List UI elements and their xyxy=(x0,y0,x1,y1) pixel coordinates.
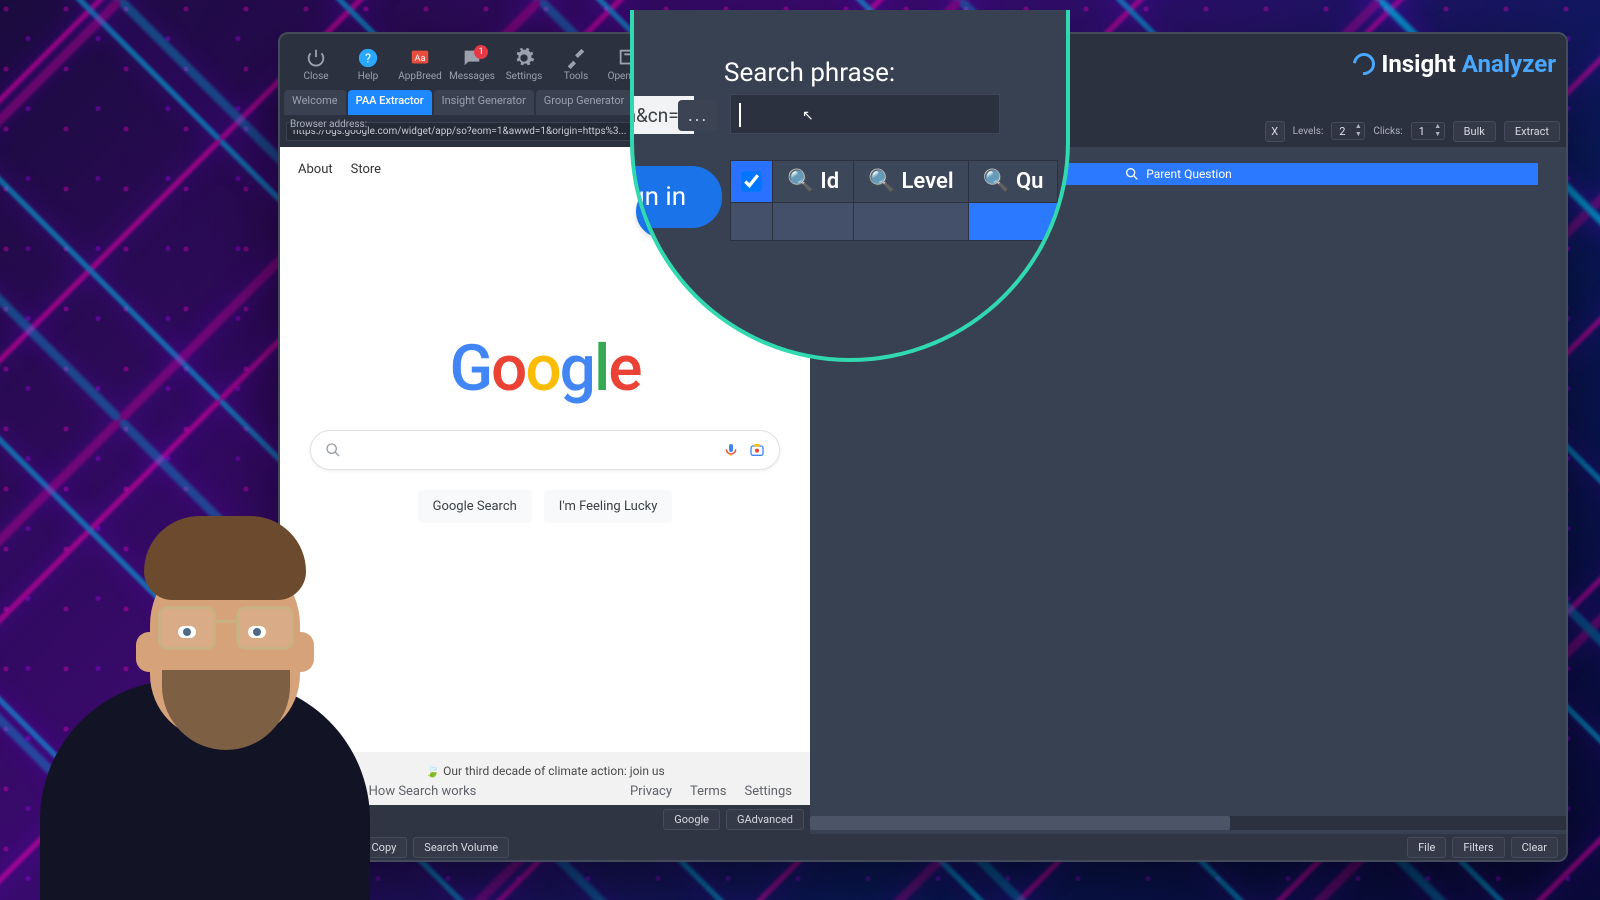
cursor-icon: ↖ xyxy=(802,108,816,128)
col-checkbox[interactable] xyxy=(731,161,773,203)
table-cell-selected[interactable] xyxy=(968,203,1058,241)
search-icon: 🔍 xyxy=(983,169,1010,194)
footer-privacy-link[interactable]: Privacy xyxy=(630,784,672,799)
browser-address-label: Browser address: xyxy=(290,119,367,130)
footer-how-link[interactable]: How Search works xyxy=(369,784,477,799)
clicks-value[interactable] xyxy=(1412,125,1432,138)
messages-label: Messages xyxy=(449,71,495,82)
google-store-link[interactable]: Store xyxy=(351,162,381,177)
col-id[interactable]: 🔍Id xyxy=(773,161,854,203)
search-phrase-input-zoom[interactable] xyxy=(730,94,1000,134)
tab-group-generator[interactable]: Group Generator xyxy=(536,90,633,115)
table-cell[interactable] xyxy=(731,203,773,241)
brand-icon xyxy=(1349,49,1380,80)
google-search-button[interactable]: Google Search xyxy=(418,490,532,523)
filters-button[interactable]: Filters xyxy=(1452,837,1504,858)
close-button[interactable]: Close xyxy=(290,47,342,82)
table-cell[interactable] xyxy=(854,203,968,241)
settings-label: Settings xyxy=(506,71,543,82)
search-phrase-label-zoom: Search phrase: xyxy=(724,58,895,88)
col-question[interactable]: 🔍Qu xyxy=(968,161,1058,203)
tools-button[interactable]: Tools xyxy=(550,47,602,82)
clicks-label: Clicks: xyxy=(1373,126,1402,137)
col-level[interactable]: 🔍Level xyxy=(854,161,968,203)
svg-text:Aa: Aa xyxy=(415,53,426,63)
clear-search-button[interactable]: X xyxy=(1265,121,1285,142)
more-icon[interactable]: ... xyxy=(678,100,718,131)
tools-label: Tools xyxy=(564,71,588,82)
brand-text-2: Analyzer xyxy=(1462,50,1556,78)
clicks-stepper[interactable]: ▲▼ xyxy=(1411,122,1445,140)
scrollbar-thumb[interactable] xyxy=(810,816,1230,830)
lens-icon[interactable] xyxy=(749,442,765,458)
bottom-toolbar: PAA Tree Copy Search Volume File Filters… xyxy=(280,834,1566,860)
search-icon: 🔍 xyxy=(787,169,814,194)
search-icon xyxy=(1124,166,1140,182)
levels-value[interactable] xyxy=(1332,125,1352,138)
bulk-button[interactable]: Bulk xyxy=(1453,121,1496,142)
google-search-input[interactable] xyxy=(351,442,713,458)
google-nav-button[interactable]: Google xyxy=(663,809,720,830)
svg-text:?: ? xyxy=(365,51,371,66)
climate-link[interactable]: 🍃 Our third decade of climate action: jo… xyxy=(298,758,792,784)
table-cell[interactable] xyxy=(773,203,854,241)
chevron-down-icon[interactable]: ▼ xyxy=(1352,131,1364,139)
search-icon xyxy=(325,442,341,458)
appbreed-button[interactable]: Aa AppBreed xyxy=(394,47,446,82)
search-volume-button[interactable]: Search Volume xyxy=(413,837,509,858)
extract-button[interactable]: Extract xyxy=(1504,121,1560,142)
levels-label: Levels: xyxy=(1293,126,1324,137)
footer-terms-link[interactable]: Terms xyxy=(690,784,727,799)
help-button[interactable]: ? Help xyxy=(342,47,394,82)
levels-stepper[interactable]: ▲▼ xyxy=(1331,122,1365,140)
brand-text-1: Insight xyxy=(1381,50,1455,78)
gear-icon xyxy=(513,47,535,69)
horizontal-scrollbar[interactable] xyxy=(810,816,1566,830)
results-table-zoom: 🔍Id 🔍Level 🔍Qu xyxy=(730,160,1058,241)
footer-settings-link[interactable]: Settings xyxy=(745,784,792,799)
power-icon xyxy=(305,47,327,69)
clear-results-button[interactable]: Clear xyxy=(1511,837,1558,858)
appbreed-label: AppBreed xyxy=(398,71,442,82)
appbreed-icon: Aa xyxy=(409,47,431,69)
settings-button[interactable]: Settings xyxy=(498,47,550,82)
messages-button[interactable]: 1 Messages xyxy=(446,47,498,82)
google-about-link[interactable]: About xyxy=(298,162,333,177)
google-search-box[interactable] xyxy=(310,430,780,470)
brand-logo: Insight Analyzer xyxy=(1353,50,1556,78)
sign-in-fragment: gn in xyxy=(630,166,722,228)
close-label: Close xyxy=(303,71,328,82)
feeling-lucky-button[interactable]: I'm Feeling Lucky xyxy=(544,490,673,523)
chevron-down-icon[interactable]: ▼ xyxy=(1432,131,1444,139)
messages-badge: 1 xyxy=(474,45,488,59)
tab-welcome[interactable]: Welcome xyxy=(284,90,346,115)
google-advanced-button[interactable]: GAdvanced xyxy=(726,809,804,830)
presenter-webcam xyxy=(40,480,370,900)
help-icon: ? xyxy=(357,47,379,69)
tools-icon xyxy=(565,47,587,69)
search-icon: 🔍 xyxy=(868,169,895,194)
help-label: Help xyxy=(358,71,378,82)
file-button[interactable]: File xyxy=(1407,837,1446,858)
mic-icon[interactable] xyxy=(723,442,739,458)
tab-insight-generator[interactable]: Insight Generator xyxy=(434,90,534,115)
tab-paa-extractor[interactable]: PAA Extractor xyxy=(348,90,432,115)
google-logo: Google xyxy=(425,331,665,406)
select-all-checkbox[interactable] xyxy=(741,171,762,192)
